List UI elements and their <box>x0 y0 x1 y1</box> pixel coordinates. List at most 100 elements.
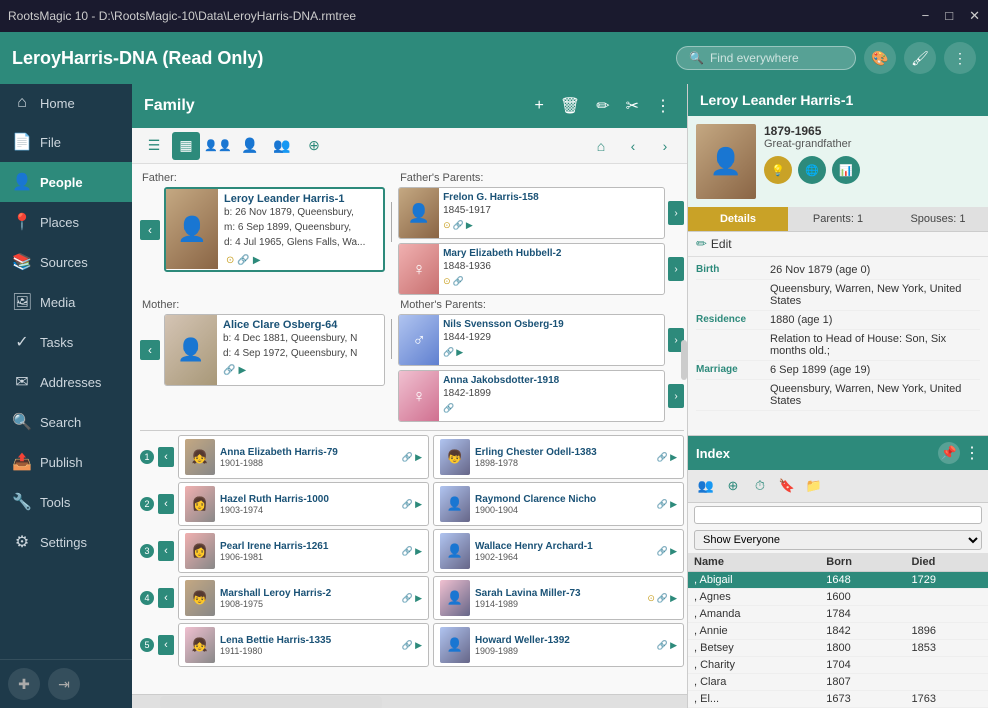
facts-scrollbar[interactable] <box>681 340 687 380</box>
sidebar-item-publish[interactable]: 📤 Publish <box>0 442 132 482</box>
child-card[interactable]: 👩Hazel Ruth Harris-10001903-1974🔗▶ <box>178 482 429 526</box>
ff-nav-right[interactable]: › <box>668 201 684 225</box>
rp-icon-chart[interactable]: 📊 <box>832 156 860 184</box>
split-button[interactable]: ✂ <box>622 94 643 118</box>
forward-nav-button[interactable]: › <box>651 132 679 160</box>
sidebar-item-home[interactable]: ⌂ Home <box>0 84 132 122</box>
panel-menu-button[interactable]: ⋮ <box>651 94 675 118</box>
edit-label[interactable]: Edit <box>711 237 732 251</box>
sidebar-label-settings: Settings <box>40 535 87 550</box>
spouse-card[interactable]: 👤Raymond Clarence Nicho1900-1904🔗▶ <box>433 482 684 526</box>
window-controls[interactable]: − □ ✕ <box>922 8 980 24</box>
edit-button[interactable]: ✏ <box>592 94 613 118</box>
search-box[interactable]: 🔍 <box>676 46 856 70</box>
sidebar-item-people[interactable]: 👤 People <box>0 162 132 202</box>
view-map-icon[interactable]: ⊕ <box>300 132 328 160</box>
mother-card[interactable]: 👤 Alice Clare Osberg-64 b: 4 Dec 1881, Q… <box>164 314 385 386</box>
mf-card[interactable]: ♂ Nils Svensson Osberg-19 1844-1929 🔗 ▶ <box>398 314 665 366</box>
rp-icon-hint[interactable]: 💡 <box>764 156 792 184</box>
index-tb-icon4[interactable]: 🔖 <box>775 474 799 498</box>
father-nav-left[interactable]: ‹ <box>140 220 160 240</box>
table-row[interactable]: , Amanda1784 <box>688 606 988 623</box>
index-toolbar: 👥 ⊕ ⏱ 🔖 📁 <box>688 470 988 503</box>
family-tree-content[interactable]: Father: ‹ 👤 Leroy Leander Harris-1 <box>132 164 687 694</box>
rp-icon-web[interactable]: 🌐 <box>798 156 826 184</box>
view-list-icon[interactable]: ☰ <box>140 132 168 160</box>
tab-details[interactable]: Details <box>688 207 788 231</box>
index-filter-select[interactable]: Show Everyone <box>694 530 982 550</box>
emoji-icon-button[interactable]: 🎨 <box>864 42 896 74</box>
tab-spouses[interactable]: Spouses: 1 <box>888 207 988 231</box>
sidebar-bottom-icon2[interactable]: ⇥ <box>48 668 80 700</box>
sidebar-item-tools[interactable]: 🔧 Tools <box>0 482 132 522</box>
child-nav-left[interactable]: ‹ <box>158 494 174 514</box>
delete-button[interactable]: 🗑 <box>556 94 584 118</box>
ff-photo: 👤 <box>399 188 439 238</box>
table-row[interactable]: , Agnes1600 <box>688 589 988 606</box>
index-tb-icon5[interactable]: 📁 <box>802 474 826 498</box>
index-menu-icon[interactable]: ⋮ <box>964 443 980 463</box>
index-pin-icon[interactable]: 📌 <box>938 442 960 464</box>
sidebar-item-tasks[interactable]: ✓ Tasks <box>0 322 132 362</box>
maximize-button[interactable]: □ <box>945 8 953 24</box>
fm-card[interactable]: ♀ Mary Elizabeth Hubbell-2 1848-1936 ⊙ 🔗 <box>398 243 665 295</box>
mm-nav-right[interactable]: › <box>668 384 684 408</box>
home-nav-icon[interactable]: ⌂ <box>587 132 615 160</box>
table-row[interactable]: , Clara1807 <box>688 674 988 691</box>
add-person-button[interactable]: + <box>531 95 548 117</box>
spouse-card[interactable]: 👦Erling Chester Odell-13831898-1978🔗▶ <box>433 435 684 479</box>
mm-card[interactable]: ♀ Anna Jakobsdotter-1918 1842-1899 🔗 <box>398 370 665 422</box>
table-row[interactable]: , Annie18421896 <box>688 623 988 640</box>
brush-icon-button[interactable]: 🖌 <box>904 42 936 74</box>
table-row[interactable]: , El...16731763 <box>688 691 988 708</box>
right-person-info: 👤 1879-1965 Great-grandfather 💡 🌐 📊 <box>688 116 988 207</box>
father-card[interactable]: 👤 Leroy Leander Harris-1 b: 26 Nov 1879,… <box>164 187 385 272</box>
index-tb-icon1[interactable]: 👥 <box>694 474 718 498</box>
sidebar-bottom-icon1[interactable]: ✚ <box>8 668 40 700</box>
fm-nav-right[interactable]: › <box>668 257 684 281</box>
ff-card[interactable]: 👤 Frelon G. Harris-158 1845-1917 ⊙ 🔗 ▶ <box>398 187 665 239</box>
table-row[interactable]: , Betsey18001853 <box>688 640 988 657</box>
fact-marriage-place-row: Queensbury, Warren, New York, United Sta… <box>696 380 980 411</box>
table-row[interactable]: , Abigail16481729 <box>688 572 988 589</box>
index-tb-icon2[interactable]: ⊕ <box>721 474 745 498</box>
view-pedigree-icon[interactable]: 👤👤 <box>204 132 232 160</box>
spouse-card[interactable]: 👤Sarah Lavina Miller-731914-1989⊙🔗▶ <box>433 576 684 620</box>
tab-parents[interactable]: Parents: 1 <box>788 207 888 231</box>
child-card[interactable]: 👦Marshall Leroy Harris-21908-1975🔗▶ <box>178 576 429 620</box>
back-nav-button[interactable]: ‹ <box>619 132 647 160</box>
horizontal-scrollbar[interactable] <box>132 694 687 708</box>
child-card[interactable]: 👩Pearl Irene Harris-12611906-1981🔗▶ <box>178 529 429 573</box>
child-nav-left[interactable]: ‹ <box>158 635 174 655</box>
sidebar-item-sources[interactable]: 📚 Sources <box>0 242 132 282</box>
table-row[interactable]: , Charity1704 <box>688 657 988 674</box>
close-button[interactable]: ✕ <box>969 8 980 24</box>
child-card[interactable]: 👧Lena Bettie Harris-13351911-1980🔗▶ <box>178 623 429 667</box>
fact-birth-place-type <box>696 283 766 307</box>
sidebar-item-addresses[interactable]: ✉ Addresses <box>0 362 132 402</box>
sidebar-item-search[interactable]: 🔍 Search <box>0 402 132 442</box>
minimize-button[interactable]: − <box>922 8 930 24</box>
sidebar-item-media[interactable]: 🖼 Media <box>0 282 132 322</box>
mother-nav-left[interactable]: ‹ <box>140 340 160 360</box>
header-icons: 🎨 🖌 ⋮ <box>864 42 976 74</box>
index-tb-icon3[interactable]: ⏱ <box>748 474 772 498</box>
child-nav-left[interactable]: ‹ <box>158 447 174 467</box>
child-card[interactable]: 👧Anna Elizabeth Harris-791901-1988🔗▶ <box>178 435 429 479</box>
index-search-input[interactable] <box>694 506 982 524</box>
view-family-icon[interactable]: ▦ <box>172 132 200 160</box>
spouse-card[interactable]: 👤Wallace Henry Archard-11902-1964🔗▶ <box>433 529 684 573</box>
fact-residence-value: 1880 (age 1) <box>770 314 980 326</box>
child-nav-left[interactable]: ‹ <box>158 541 174 561</box>
sidebar-item-file[interactable]: 📄 File <box>0 122 132 162</box>
sidebar-item-places[interactable]: 📍 Places <box>0 202 132 242</box>
right-person-relation: Great-grandfather <box>764 138 860 150</box>
view-person-icon[interactable]: 👤 <box>236 132 264 160</box>
sidebar-item-settings[interactable]: ⚙ Settings <box>0 522 132 562</box>
child-nav-left[interactable]: ‹ <box>158 588 174 608</box>
find-everywhere-input[interactable] <box>710 51 850 65</box>
fact-birth-place-value: Queensbury, Warren, New York, United Sta… <box>770 283 980 307</box>
view-descendants-icon[interactable]: 👥 <box>268 132 296 160</box>
spouse-card[interactable]: 👤Howard Weller-13921909-1989🔗▶ <box>433 623 684 667</box>
menu-icon-button[interactable]: ⋮ <box>944 42 976 74</box>
